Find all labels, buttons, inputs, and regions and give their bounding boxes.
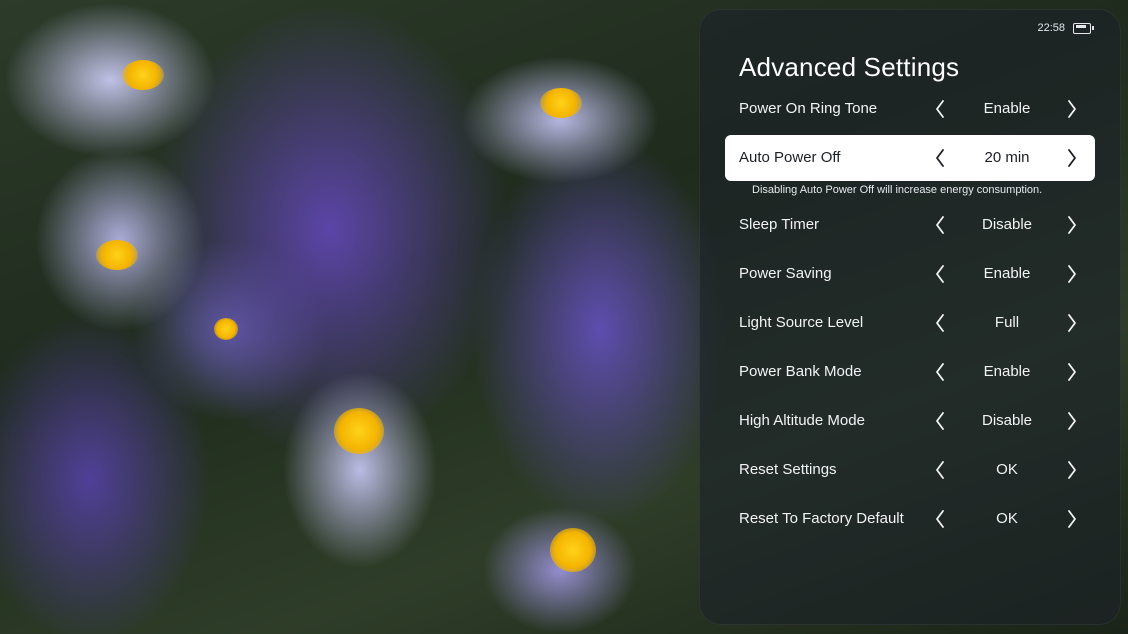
flower-center: [96, 240, 138, 270]
chevron-left-icon[interactable]: [930, 202, 950, 248]
setting-row-power-on-ring-tone[interactable]: Power On Ring Tone Enable: [725, 86, 1095, 132]
chevron-right-icon[interactable]: [1062, 135, 1082, 181]
chevron-right-icon[interactable]: [1062, 447, 1082, 493]
setting-value: Enable: [983, 265, 1031, 282]
setting-row-light-source-level[interactable]: Light Source Level Full: [725, 300, 1095, 346]
setting-row-auto-power-off[interactable]: Auto Power Off 20 min: [725, 135, 1095, 181]
chevron-left-icon[interactable]: [930, 496, 950, 542]
setting-label: High Altitude Mode: [739, 412, 865, 429]
settings-panel: 22:58 Advanced Settings Power On Ring To…: [699, 9, 1121, 625]
chevron-left-icon[interactable]: [930, 251, 950, 297]
flower-center: [214, 318, 238, 340]
setting-value: Enable: [983, 100, 1031, 117]
clock: 22:58: [1037, 22, 1065, 34]
flower-center: [122, 60, 164, 90]
chevron-left-icon[interactable]: [930, 300, 950, 346]
setting-row-power-saving[interactable]: Power Saving Enable: [725, 251, 1095, 297]
chevron-right-icon[interactable]: [1062, 398, 1082, 444]
setting-value: Full: [994, 314, 1020, 331]
chevron-left-icon[interactable]: [930, 135, 950, 181]
setting-label: Light Source Level: [739, 314, 864, 331]
setting-row-high-altitude-mode[interactable]: High Altitude Mode Disable: [725, 398, 1095, 444]
setting-value: OK: [996, 461, 1018, 478]
chevron-right-icon[interactable]: [1062, 202, 1082, 248]
setting-row-sleep-timer[interactable]: Sleep Timer Disable: [725, 202, 1095, 248]
setting-label: Sleep Timer: [739, 216, 820, 233]
setting-value: Disable: [981, 216, 1033, 233]
chevron-left-icon[interactable]: [930, 349, 950, 395]
flower-center: [540, 88, 582, 118]
flower-center: [334, 408, 384, 454]
setting-value: Disable: [981, 412, 1033, 429]
status-bar: 22:58: [1037, 22, 1094, 34]
chevron-right-icon[interactable]: [1062, 349, 1082, 395]
setting-row-reset-settings[interactable]: Reset Settings OK: [725, 447, 1095, 493]
chevron-left-icon[interactable]: [930, 447, 950, 493]
chevron-left-icon[interactable]: [930, 86, 950, 132]
chevron-right-icon[interactable]: [1062, 251, 1082, 297]
chevron-right-icon[interactable]: [1062, 300, 1082, 346]
setting-label: Power On Ring Tone: [739, 100, 878, 117]
setting-label: Auto Power Off: [739, 149, 841, 166]
setting-label: Reset To Factory Default: [739, 510, 904, 527]
setting-value: OK: [996, 510, 1018, 527]
setting-row-reset-to-factory-default[interactable]: Reset To Factory Default OK: [725, 496, 1095, 542]
page-title: Advanced Settings: [739, 52, 960, 82]
chevron-left-icon[interactable]: [930, 398, 950, 444]
auto-power-off-hint: Disabling Auto Power Off will increase e…: [752, 184, 1043, 196]
flower-center: [550, 528, 596, 572]
chevron-right-icon[interactable]: [1062, 496, 1082, 542]
setting-label: Reset Settings: [739, 461, 837, 478]
setting-label: Power Bank Mode: [739, 363, 862, 380]
setting-value: 20 min: [984, 149, 1030, 166]
setting-value: Enable: [983, 363, 1031, 380]
setting-label: Power Saving: [739, 265, 832, 282]
chevron-right-icon[interactable]: [1062, 86, 1082, 132]
setting-row-power-bank-mode[interactable]: Power Bank Mode Enable: [725, 349, 1095, 395]
battery-icon: [1073, 22, 1094, 34]
screen: 22:58 Advanced Settings Power On Ring To…: [0, 0, 1128, 634]
